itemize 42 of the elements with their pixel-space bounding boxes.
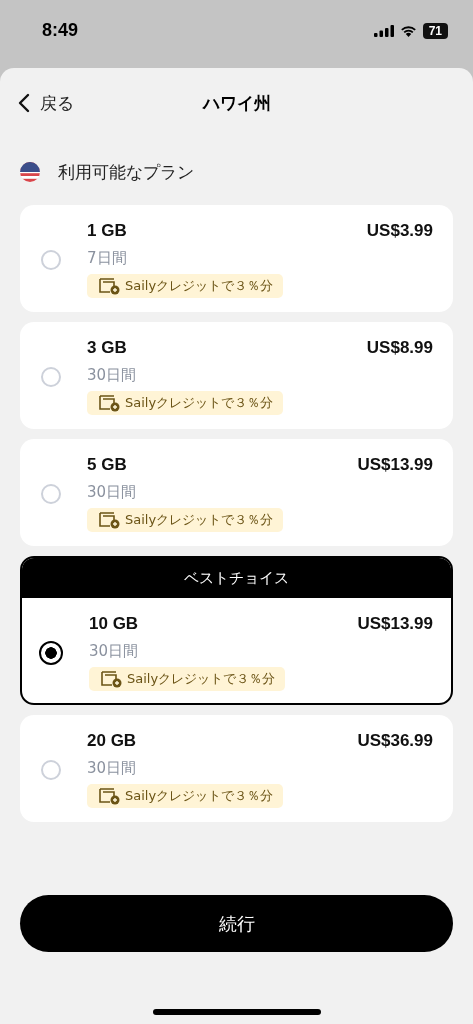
- radio-button[interactable]: [39, 640, 63, 665]
- page-title: ハワイ州: [202, 91, 271, 115]
- wallet-plus-icon: [101, 670, 123, 688]
- wallet-plus-icon: [99, 787, 121, 805]
- wallet-plus-icon: [99, 277, 121, 295]
- credit-tag: Sailyクレジットで３％分: [87, 784, 284, 808]
- plan-price: US$36.99: [357, 731, 433, 751]
- plan-size: 5 GB: [87, 455, 127, 475]
- plan-card[interactable]: 3 GB US$8.99 30日間 Sailyクレジットで３％分: [20, 322, 453, 429]
- plan-price: US$13.99: [357, 455, 433, 475]
- credit-tag: Sailyクレジットで３％分: [87, 508, 284, 532]
- plan-size: 3 GB: [87, 338, 127, 358]
- wallet-plus-icon: [99, 394, 121, 412]
- plan-size: 1 GB: [87, 221, 127, 241]
- plan-duration: 30日間: [87, 759, 138, 778]
- battery-indicator: 71: [422, 23, 448, 39]
- plan-duration: 7日間: [87, 249, 128, 268]
- credit-tag: Sailyクレジットで３％分: [87, 391, 284, 415]
- credit-tag: Sailyクレジットで３％分: [89, 667, 286, 691]
- plan-price: US$3.99: [366, 221, 433, 241]
- plan-card[interactable]: 5 GB US$13.99 30日間 Sailyクレジットで３％分: [20, 439, 453, 546]
- status-time: 8:49: [42, 20, 79, 41]
- wallet-plus-icon: [99, 511, 121, 529]
- flag-icon: [20, 162, 40, 182]
- plan-duration: 30日間: [87, 366, 138, 385]
- plan-duration: 30日間: [89, 642, 140, 661]
- continue-button[interactable]: 続行: [20, 895, 453, 952]
- chevron-left-icon: [18, 93, 30, 113]
- plan-price: US$13.99: [357, 614, 433, 634]
- plan-duration: 30日間: [87, 483, 138, 502]
- plan-size: 20 GB: [87, 731, 137, 751]
- credit-tag: Sailyクレジットで３％分: [87, 274, 284, 298]
- plan-card[interactable]: 1 GB US$3.99 7日間 Sailyクレジットで３％分: [20, 205, 453, 312]
- signal-icon: [373, 25, 394, 37]
- best-choice-banner: ベストチョイス: [22, 558, 451, 598]
- back-button[interactable]: 戻る: [12, 90, 80, 116]
- plan-price: US$8.99: [366, 338, 433, 358]
- section-title: 利用可能なプラン: [58, 160, 194, 184]
- plan-size: 10 GB: [89, 614, 139, 634]
- plan-card[interactable]: ベストチョイス 10 GB US$13.99 30日間 Sailyクレジットで３％分: [20, 556, 453, 705]
- plan-card[interactable]: 20 GB US$36.99 30日間 Sailyクレジットで３％分: [20, 715, 453, 822]
- wifi-icon: [399, 25, 417, 37]
